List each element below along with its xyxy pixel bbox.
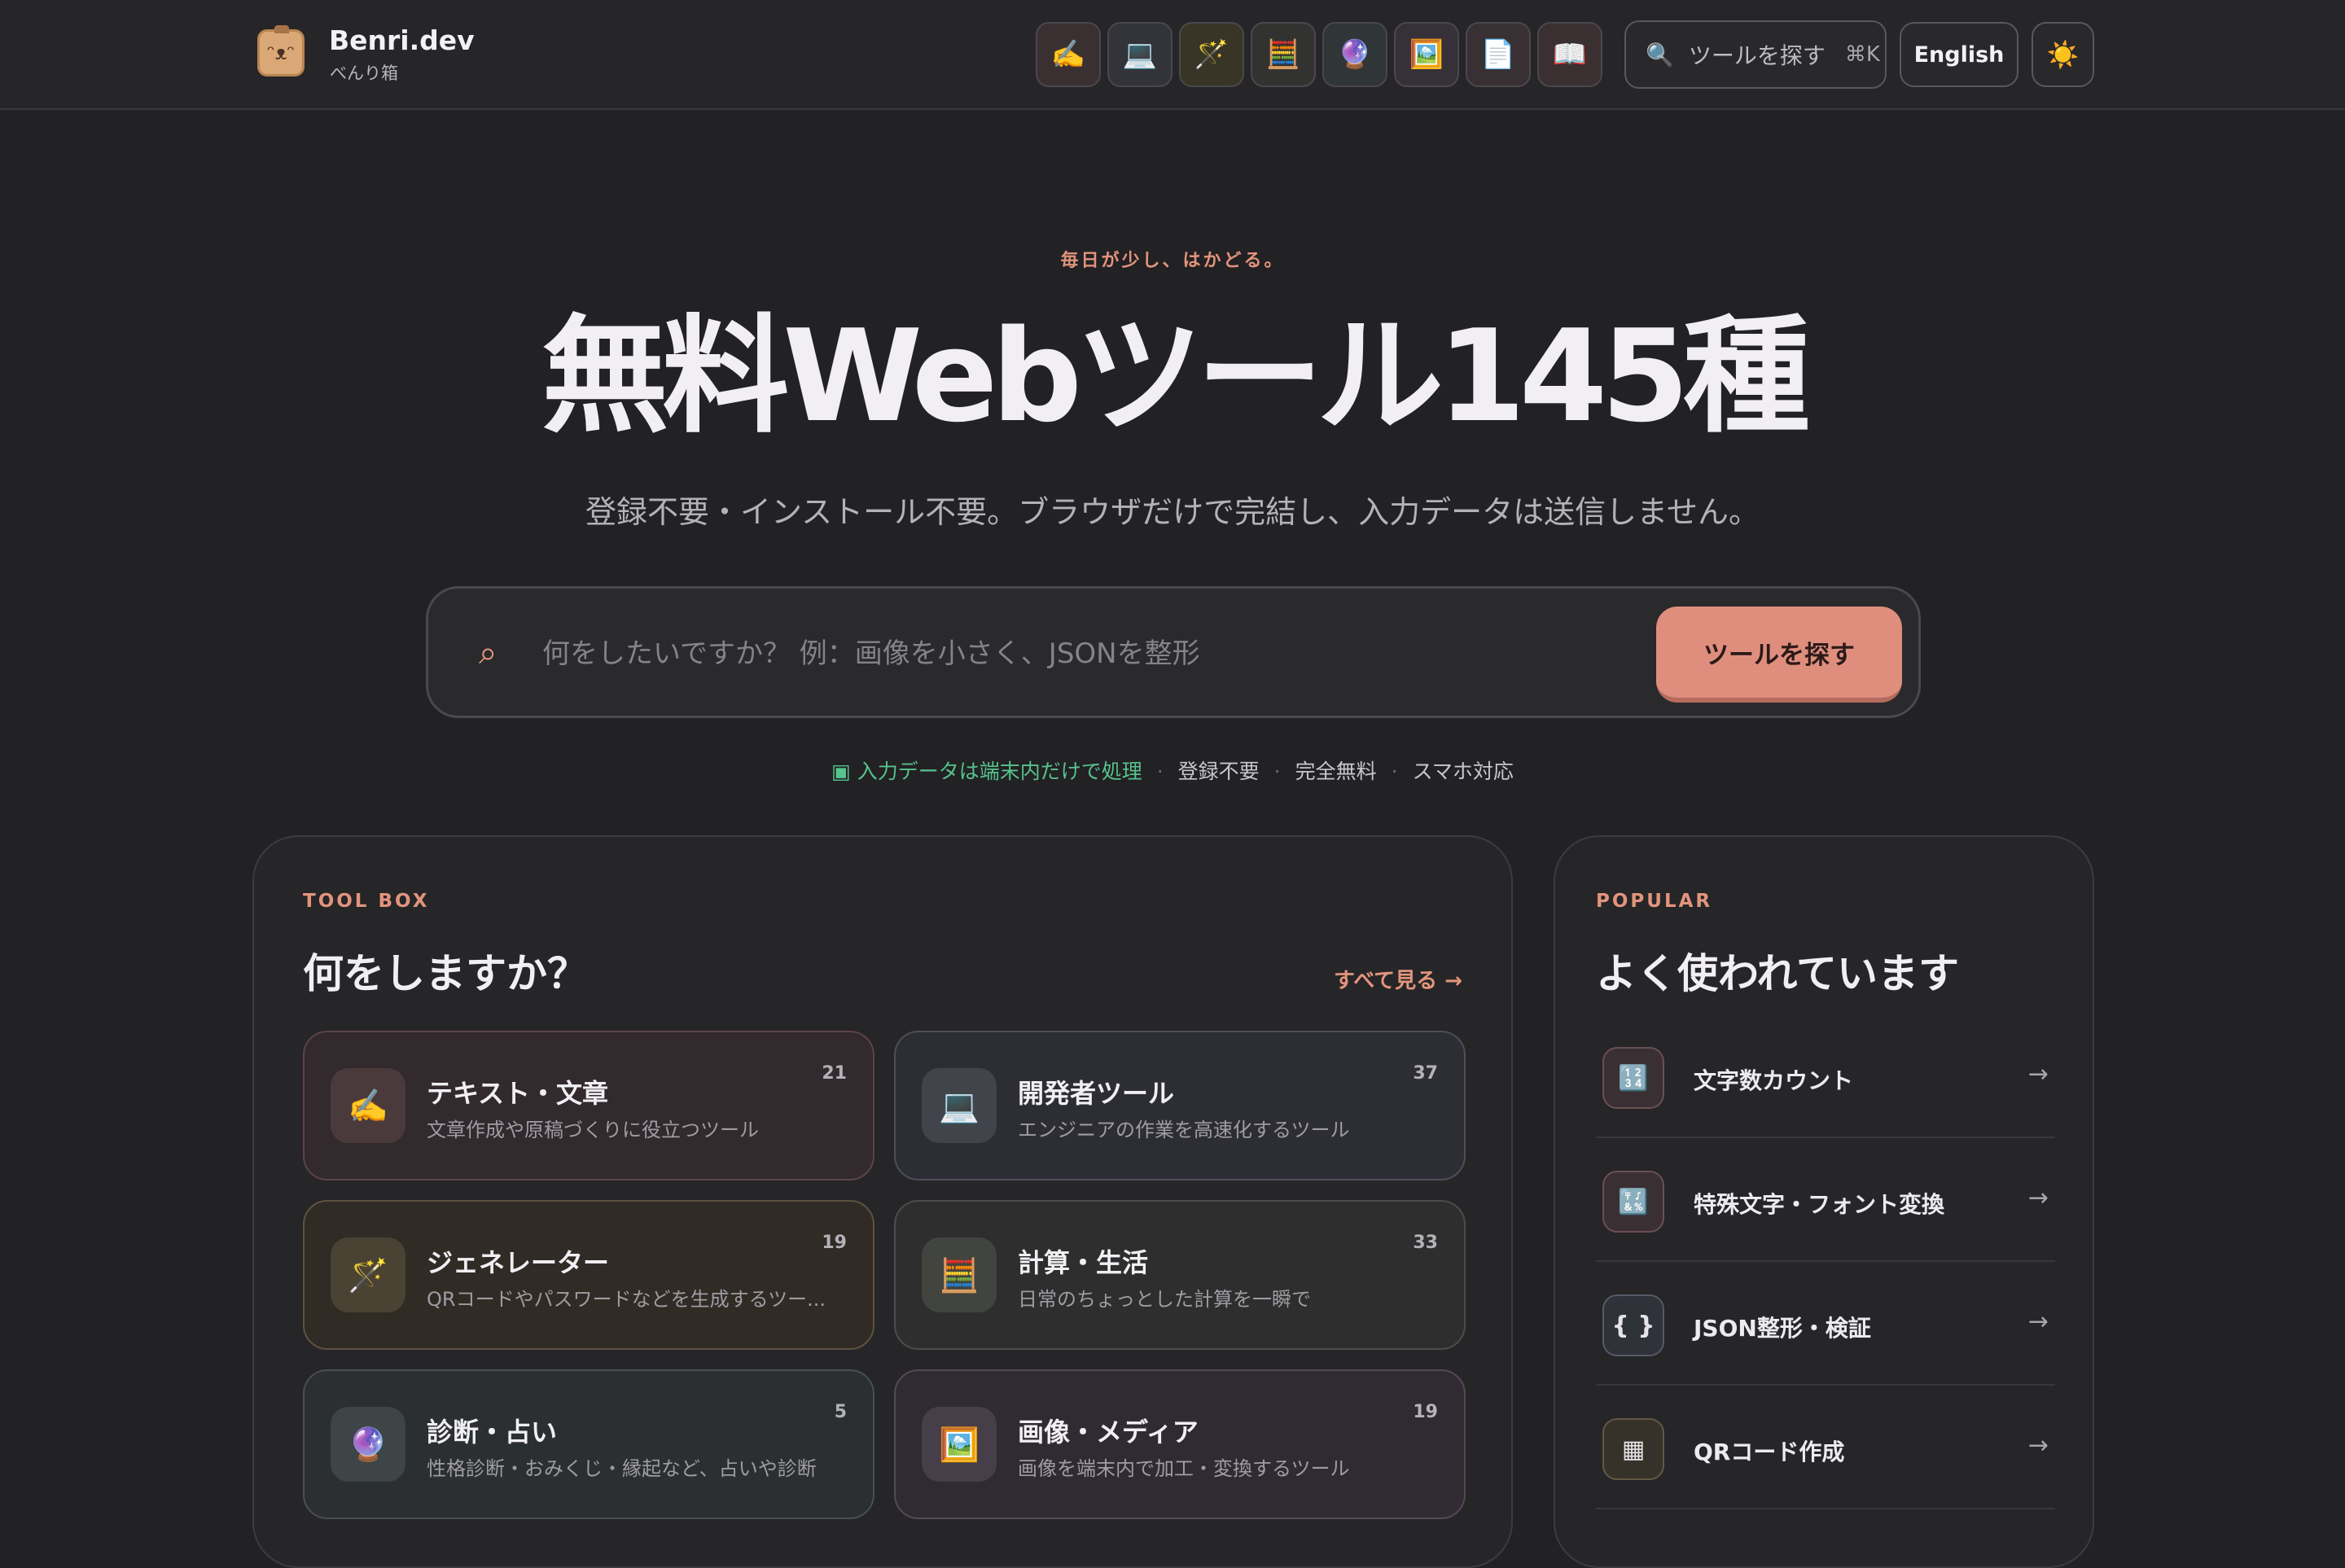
toolbox-panel: TOOL BOX 何をしますか？ すべて見る → ✍️ テキスト・文章 文章作成… [252, 835, 1513, 1568]
box-logo-icon[interactable]: ᵔᴥᵔ [257, 25, 305, 77]
popular-item-font-convert[interactable]: 🔣 特殊文字・フォント変換 → [1596, 1138, 2055, 1262]
see-all-link[interactable]: すべて見る → [1334, 964, 1462, 994]
symbols-icon: 🔣 [1602, 1171, 1664, 1233]
toolbox-eyebrow: TOOL BOX [303, 891, 430, 912]
nav-reference-category-button[interactable]: 📖 [1537, 22, 1602, 87]
framed-picture-icon: 🖼️ [922, 1407, 997, 1482]
magic-wand-icon: 🪄 [331, 1237, 405, 1312]
nav-generator-category-button[interactable]: 🪄 [1179, 22, 1244, 87]
shortcut-hint: ⌘K [1844, 42, 1880, 67]
document-icon: 📄 [1480, 38, 1516, 71]
category-card-image[interactable]: 🖼️ 画像・メディア 画像を端末内で加工・変換するツール 19 [894, 1369, 1466, 1519]
main-search-bar: ⌕ ツールを探す [426, 586, 1921, 718]
category-description: 性格診断・おみくじ・縁起など、占いや診断 [427, 1457, 817, 1480]
brand-subtitle: べんり箱 [330, 64, 398, 83]
main-search-input[interactable] [542, 621, 1633, 686]
arrow-right-icon: → [2027, 1431, 2049, 1460]
category-card-fortune[interactable]: 🔮 診断・占い 性格診断・おみくじ・縁起など、占いや診断 5 [303, 1369, 874, 1519]
magic-wand-icon: 🪄 [1194, 38, 1229, 71]
popular-item-label: JSON整形・検証 [1694, 1315, 1871, 1342]
category-description: エンジニアの作業を高速化するツール [1018, 1119, 1350, 1141]
braces-icon: { } [1602, 1294, 1664, 1356]
open-book-icon: 📖 [1552, 38, 1588, 71]
feature-badges: ▣ 入力データは端末内だけで処理 · 登録不要 · 完全無料 · スマホ対応 [831, 760, 1514, 783]
abacus-icon: 🧮 [922, 1237, 997, 1312]
popular-item-qr[interactable]: ▦ QRコード作成 → [1596, 1386, 2055, 1509]
category-description: 日常のちょっとした計算を一瞬で [1018, 1288, 1311, 1311]
nav-image-category-button[interactable]: 🖼️ [1394, 22, 1459, 87]
nav-developer-category-button[interactable]: 💻 [1107, 22, 1172, 87]
numbers-icon: 🔢 [1602, 1047, 1664, 1109]
popular-panel: POPULAR よく使われています 🔢 文字数カウント → 🔣 特殊文字・フォン… [1554, 835, 2094, 1568]
category-card-generator[interactable]: 🪄 ジェネレーター QRコードやパスワードなどを生成するツー... 19 [303, 1200, 874, 1350]
privacy-badge: ▣ 入力データは端末内だけで処理 [831, 760, 1142, 783]
find-tool-button[interactable]: ツールを探す [1656, 607, 1902, 703]
laptop-icon: 💻 [1122, 38, 1158, 71]
popular-title: よく使われています [1596, 950, 1959, 997]
popular-item-label: 特殊文字・フォント変換 [1694, 1191, 1945, 1218]
writing-hand-icon: ✍️ [331, 1068, 405, 1143]
category-count: 21 [822, 1063, 847, 1084]
top-header: ᵔᴥᵔ Benri.dev べんり箱 ✍️ 💻 🪄 🧮 🔮 🖼️ 📄 📖 🔍 ツ… [0, 0, 2345, 110]
popular-item-label: QRコード作成 [1694, 1439, 1845, 1465]
language-switch-button[interactable]: English [1900, 22, 2018, 87]
crystal-ball-icon: 🔮 [331, 1407, 405, 1482]
category-name: 画像・メディア [1018, 1417, 1199, 1448]
laptop-icon: 💻 [922, 1068, 997, 1143]
hero-tagline: 毎日が少し、はかどる。 [1060, 251, 1285, 271]
hero-title-count: 145種 [1437, 302, 1810, 450]
category-card-developer[interactable]: 💻 開発者ツール エンジニアの作業を高速化するツール 37 [894, 1031, 1466, 1180]
category-name: 計算・生活 [1018, 1247, 1149, 1278]
popular-eyebrow: POPULAR [1596, 891, 1713, 912]
arrow-right-icon: → [2027, 1184, 2049, 1212]
qr-code-icon: ▦ [1602, 1418, 1664, 1480]
hero-title-main: 無料Webツール [541, 302, 1444, 450]
nav-text-category-button[interactable]: ✍️ [1036, 22, 1101, 87]
header-search-label: ツールを探す [1688, 42, 1826, 69]
mobile-badge: スマホ対応 [1412, 760, 1514, 783]
category-name: ジェネレーター [427, 1247, 610, 1278]
header-search-button[interactable]: 🔍 ツールを探す ⌘K [1624, 20, 1887, 89]
popular-item-json[interactable]: { } JSON整形・検証 → [1596, 1262, 2055, 1386]
free-badge: 完全無料 [1295, 760, 1377, 783]
category-name: 開発者ツール [1018, 1078, 1175, 1109]
hero-title: 無料Webツール145種 [0, 303, 2345, 449]
category-name: テキスト・文章 [427, 1078, 609, 1109]
category-count: 5 [834, 1402, 847, 1422]
theme-toggle-button[interactable]: ☀️ [2032, 22, 2094, 87]
magnifier-icon: 🔍 [1646, 41, 1674, 68]
category-name: 診断・占い [427, 1417, 558, 1448]
category-description: QRコードやパスワードなどを生成するツー... [427, 1288, 826, 1311]
category-count: 33 [1413, 1233, 1438, 1253]
popular-item-label: 文字数カウント [1694, 1067, 1854, 1094]
category-count: 19 [822, 1233, 847, 1253]
nav-calculator-category-button[interactable]: 🧮 [1251, 22, 1316, 87]
toolbox-title: 何をしますか？ [303, 950, 588, 997]
arrow-right-icon: → [2027, 1060, 2049, 1088]
search-icon: ⌕ [479, 634, 497, 672]
category-card-calculator[interactable]: 🧮 計算・生活 日常のちょっとした計算を一瞬で 33 [894, 1200, 1466, 1350]
sun-icon: ☀️ [2046, 39, 2080, 70]
category-count: 19 [1413, 1402, 1438, 1422]
category-card-text[interactable]: ✍️ テキスト・文章 文章作成や原稿づくりに役立つツール 21 [303, 1031, 874, 1180]
nav-document-category-button[interactable]: 📄 [1466, 22, 1531, 87]
category-description: 画像を端末内で加工・変換するツール [1018, 1457, 1350, 1480]
no-signup-badge: 登録不要 [1177, 760, 1260, 783]
hero-subtitle: 登録不要・インストール不要。ブラウザだけで完結し、入力データは送信しません。 [585, 494, 1760, 530]
arrow-right-icon: → [2027, 1307, 2049, 1336]
crystal-ball-icon: 🔮 [1337, 38, 1373, 71]
category-count: 37 [1413, 1063, 1438, 1084]
category-description: 文章作成や原稿づくりに役立つツール [427, 1119, 759, 1141]
popular-item-char-count[interactable]: 🔢 文字数カウント → [1596, 1014, 2055, 1138]
nav-fortune-category-button[interactable]: 🔮 [1322, 22, 1387, 87]
brand-name[interactable]: Benri.dev [329, 24, 475, 56]
abacus-icon: 🧮 [1265, 38, 1301, 71]
writing-hand-icon: ✍️ [1050, 38, 1086, 71]
framed-picture-icon: 🖼️ [1409, 38, 1444, 71]
